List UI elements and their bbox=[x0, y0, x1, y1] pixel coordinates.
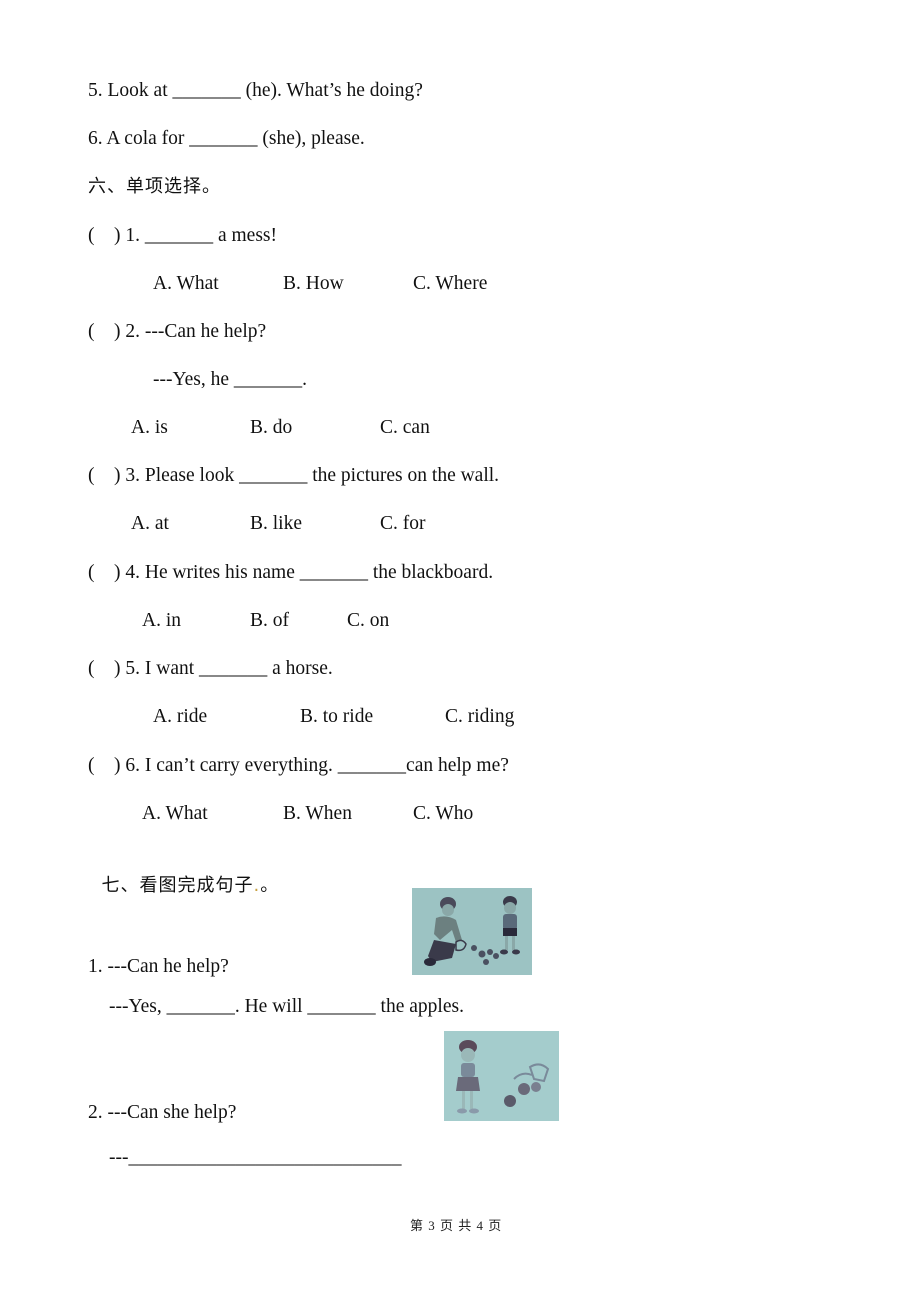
question-1-option-b: B. How bbox=[283, 273, 344, 294]
section-7-heading-text: 七、看图完成句子 bbox=[101, 875, 254, 896]
fill-in-item-6: 6. A cola for _______ (she), please. bbox=[88, 128, 365, 149]
question-1-stem: ( ) 1. _______ a mess! bbox=[88, 225, 278, 246]
illustration-girl bbox=[444, 1031, 559, 1121]
section-6-heading: 六、单项选择。 bbox=[88, 176, 221, 197]
question-5-option-a: A. ride bbox=[153, 706, 208, 727]
question-2-option-a: A. is bbox=[131, 417, 168, 438]
picture-answer-1: ---Yes, _______. He will _______ the app… bbox=[109, 996, 464, 1017]
question-5-stem: ( ) 5. I want _______ a horse. bbox=[88, 658, 333, 679]
question-4-option-a: A. in bbox=[142, 610, 181, 631]
question-3-stem: ( ) 3. Please look _______ the pictures … bbox=[88, 465, 500, 486]
question-1-option-a: A. What bbox=[153, 273, 219, 294]
question-3-option-a: A. at bbox=[131, 513, 169, 534]
page-footer: 第 3 页 共 4 页 bbox=[410, 1218, 503, 1233]
picture-man-picking-apples bbox=[412, 888, 532, 975]
question-6-option-a: A. What bbox=[142, 803, 208, 824]
section-7-heading-end: 。 bbox=[260, 875, 280, 896]
question-4-option-c: C. on bbox=[347, 610, 390, 631]
question-5-option-b: B. to ride bbox=[300, 706, 374, 727]
question-6-option-b: B. When bbox=[283, 803, 352, 824]
picture-girl-with-fallen-items bbox=[444, 1031, 559, 1121]
illustration-man-and-boy bbox=[412, 888, 532, 975]
option-text: B. like bbox=[250, 513, 302, 534]
fill-in-item-5: 5. Look at _______ (he). What’s he doing… bbox=[88, 80, 423, 101]
question-2-option-b: B. do bbox=[250, 417, 293, 438]
question-6-option-c: C. Who bbox=[413, 803, 474, 824]
question-2-stem: ( ) 2. ---Can he help? bbox=[88, 321, 267, 342]
question-3-option-b: B. like bbox=[250, 512, 302, 536]
picture-answer-2: ---____________________________ bbox=[109, 1147, 402, 1168]
section-7-heading: 七、看图完成句子.。 bbox=[88, 850, 279, 898]
question-4-stem: ( ) 4. He writes his name _______ the bl… bbox=[88, 562, 494, 583]
question-6-stem: ( ) 6. I can’t carry everything. _______… bbox=[88, 755, 509, 776]
question-3-option-c: C. for bbox=[380, 513, 426, 534]
picture-question-2: 2. ---Can she help? bbox=[88, 1102, 237, 1123]
question-1-option-c: C. Where bbox=[413, 273, 488, 294]
question-2-option-c: C. can bbox=[380, 417, 430, 438]
question-4-option-b: B. of bbox=[250, 610, 289, 631]
question-5-option-c: C. riding bbox=[445, 706, 515, 727]
question-2-sub: ---Yes, he _______. bbox=[153, 369, 308, 390]
picture-question-1: 1. ---Can he help? bbox=[88, 956, 229, 977]
